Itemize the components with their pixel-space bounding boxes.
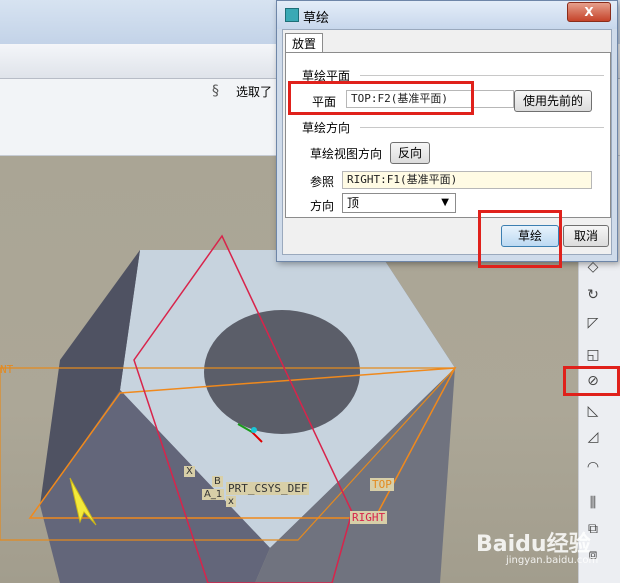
nut-hole [204,310,360,434]
watermark-url: jingyan.baidu.com [506,555,599,566]
divider [360,127,604,128]
datum-label-front: NT [0,363,14,376]
highlight-sketch-tool [563,366,620,396]
highlight-plane-field [288,81,474,115]
watermark-brand: Baidu经验 [476,532,591,557]
dialog-app-icon [285,8,299,22]
highlight-sketch-button [478,210,562,268]
csys-origin [251,427,257,433]
filter-icon[interactable]: § [212,83,219,99]
close-button[interactable]: X [567,2,611,22]
reference-field[interactable]: RIGHT:F1(基准平面) [342,171,592,189]
chevron-down-icon: ▼ [441,197,449,208]
section-sketch-orientation: 草绘方向 [302,121,351,135]
selection-status: 选取了 [236,85,273,99]
direction-value: 顶 [347,196,360,210]
axis-label-x: X [184,466,195,477]
shell-icon[interactable]: ◺ [582,400,604,422]
datum-label-right: RIGHT [350,511,388,524]
reference-label: 参照 [310,175,335,189]
csys-marker: B [212,476,223,487]
mirror-icon[interactable]: ⫼ [582,492,604,514]
draft-icon[interactable]: ◿ [582,426,604,448]
direction-select[interactable]: 顶 ▼ [342,193,456,213]
sketch-dialog: 草绘 X 放置 草绘平面 平面 TOP:F2(基准平面) 使用先前的 草绘方向 … [276,0,618,262]
axis-label-a-sub: x [226,496,236,507]
flip-button[interactable]: 反向 [390,142,430,164]
divider [360,75,604,76]
blend-icon[interactable]: ◸ [582,312,604,334]
round-icon[interactable]: ◠ [582,456,604,478]
csys-label: PRT_CSYS_DEF [226,482,310,495]
direction-label: 方向 [310,199,335,213]
tab-placement[interactable]: 放置 [285,33,323,54]
placement-panel: 草绘平面 平面 TOP:F2(基准平面) 使用先前的 草绘方向 草绘视图方向 反… [285,52,611,218]
dialog-title: 草绘 [303,11,330,26]
cancel-button[interactable]: 取消 [563,225,609,247]
rib-icon[interactable]: ◱ [582,344,604,366]
axis-label-a: A_1 [202,489,225,500]
datum-label-top: TOP [370,478,394,491]
view-direction-label: 草绘视图方向 [310,147,383,161]
sweep-icon[interactable]: ↻ [582,284,604,306]
use-previous-button[interactable]: 使用先前的 [514,90,592,112]
